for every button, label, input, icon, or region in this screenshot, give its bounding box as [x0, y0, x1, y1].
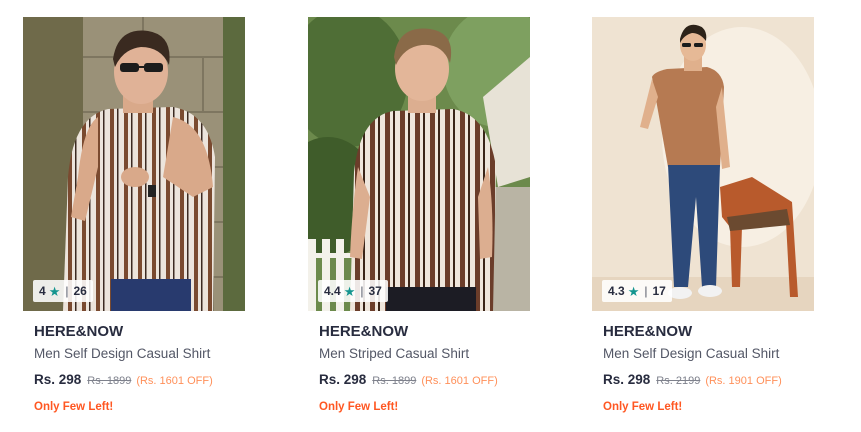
rating-badge: 4 ★ | 26 — [33, 280, 93, 302]
product-discount: (Rs. 1901 OFF) — [705, 375, 782, 387]
product-meta: HERE&NOW Men Self Design Casual Shirt Rs… — [592, 323, 814, 414]
product-card[interactable]: 4.3 ★ | 17 HERE&NOW Men Self Design Casu… — [592, 17, 814, 414]
product-discount: (Rs. 1601 OFF) — [421, 375, 498, 387]
rating-badge: 4.3 ★ | 17 — [602, 280, 672, 302]
product-meta: HERE&NOW Men Striped Casual Shirt Rs. 29… — [308, 323, 530, 414]
product-mrp: Rs. 1899 — [87, 375, 132, 387]
product-card[interactable]: 4.4 ★ | 37 HERE&NOW Men Striped Casual S… — [308, 17, 530, 414]
product-brand[interactable]: HERE&NOW — [319, 323, 519, 341]
product-discount: (Rs. 1601 OFF) — [136, 375, 213, 387]
stock-note: Only Few Left! — [319, 401, 399, 413]
rating-badge: 4.4 ★ | 37 — [318, 280, 388, 302]
rating-value: 4 — [39, 284, 46, 298]
star-icon: ★ — [343, 283, 356, 299]
rating-value: 4.3 — [608, 284, 625, 298]
product-title[interactable]: Men Self Design Casual Shirt — [603, 345, 803, 362]
product-image[interactable]: 4.3 ★ | 17 — [592, 17, 814, 311]
star-icon: ★ — [627, 283, 640, 299]
product-image[interactable]: 4 ★ | 26 — [23, 17, 245, 311]
product-image[interactable]: 4.4 ★ | 37 — [308, 17, 530, 311]
product-title[interactable]: Men Self Design Casual Shirt — [34, 345, 234, 362]
product-price-row: Rs. 298 Rs. 1899 (Rs. 1601 OFF) — [319, 371, 519, 390]
product-brand[interactable]: HERE&NOW — [603, 323, 803, 341]
product-grid: 4 ★ | 26 HERE&NOW Men Self Design Casual… — [0, 0, 861, 432]
product-card[interactable]: 4 ★ | 26 HERE&NOW Men Self Design Casual… — [23, 17, 245, 414]
product-brand[interactable]: HERE&NOW — [34, 323, 234, 341]
product-mrp: Rs. 1899 — [372, 375, 417, 387]
rating-count: 37 — [368, 284, 382, 298]
stock-note: Only Few Left! — [603, 401, 683, 413]
product-price: Rs. 298 — [603, 372, 651, 387]
rating-separator: | — [65, 284, 69, 298]
rating-value: 4.4 — [324, 284, 341, 298]
stock-note: Only Few Left! — [34, 401, 114, 413]
product-title[interactable]: Men Striped Casual Shirt — [319, 345, 519, 362]
rating-count: 26 — [73, 284, 87, 298]
product-price-row: Rs. 298 Rs. 1899 (Rs. 1601 OFF) — [34, 371, 234, 390]
product-meta: HERE&NOW Men Self Design Casual Shirt Rs… — [23, 323, 245, 414]
product-mrp: Rs. 2199 — [656, 375, 701, 387]
product-price: Rs. 298 — [319, 372, 367, 387]
product-price: Rs. 298 — [34, 372, 82, 387]
rating-separator: | — [644, 284, 648, 298]
star-icon: ★ — [48, 283, 61, 299]
rating-separator: | — [360, 284, 364, 298]
product-price-row: Rs. 298 Rs. 2199 (Rs. 1901 OFF) — [603, 371, 803, 390]
rating-count: 17 — [652, 284, 666, 298]
